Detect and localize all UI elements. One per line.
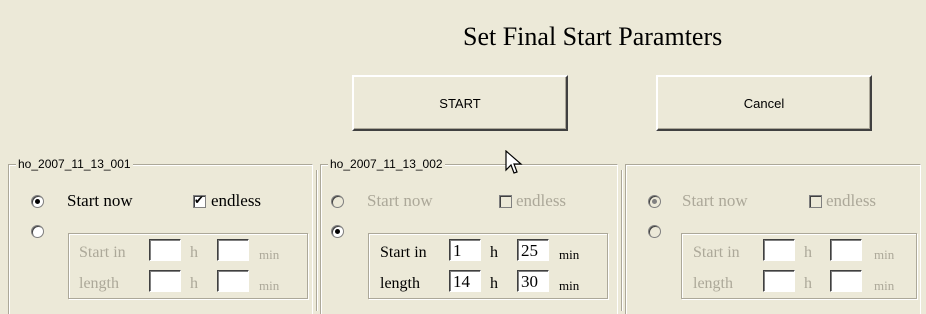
endless-label-3: endless [826,191,877,210]
minutes-unit-2a: min [559,247,580,262]
group-panel-3: Start now endless Start in h min length … [625,164,921,314]
length-label-3: length [693,275,733,292]
length-label-1: length [79,275,119,292]
start-now-radio-3[interactable] [648,195,661,208]
group-title-2: ho_2007_11_13_002 [328,156,445,172]
start-now-label-1: Start now [67,191,133,210]
start-in-box-2: Start in 1 h 25 min length 14 h 30 min [368,233,608,299]
start-in-label-1: Start in [79,244,126,261]
length-label-2: length [380,275,420,292]
start-in-label-2: Start in [380,244,427,261]
group-panel-2: ho_2007_11_13_002 Start now endless Star… [320,156,618,314]
hours-unit-3a: h [804,244,812,261]
minutes-unit-3b: min [874,278,895,293]
start-now-radio-2[interactable] [331,195,344,208]
start-in-radio-2[interactable] [331,225,344,238]
length-minutes-input-2[interactable]: 30 [517,270,549,292]
minutes-unit-1b: min [259,278,280,293]
mouse-pointer-icon [505,150,523,174]
endless-checkbox-1[interactable] [193,193,206,208]
endless-checkbox-2[interactable] [499,195,512,208]
group-divider-1 [316,170,318,311]
start-in-radio-1[interactable] [31,225,44,238]
length-hours-input-3[interactable] [763,270,795,292]
endless-label-1: endless [211,191,262,210]
start-in-minutes-input-1[interactable] [217,239,249,261]
cancel-button[interactable]: Cancel [656,75,872,131]
start-now-label-3: Start now [682,191,748,210]
group-title-1: ho_2007_11_13_001 [16,156,133,172]
start-in-hours-input-2[interactable]: 1 [449,239,481,261]
length-minutes-input-3[interactable] [830,270,862,292]
start-in-radio-3[interactable] [648,225,661,238]
hours-unit-1a: h [190,244,198,261]
window-title: Set Final Start Paramters [463,22,723,51]
start-now-label-2: Start now [367,191,433,210]
endless-checkbox-3[interactable] [809,195,822,208]
start-in-minutes-input-3[interactable] [830,239,862,261]
start-now-radio-1[interactable] [31,195,44,208]
group-divider-2 [621,170,623,311]
hours-unit-3b: h [804,275,812,292]
hours-unit-2b: h [490,275,498,292]
start-in-hours-input-1[interactable] [149,239,181,261]
hours-unit-1b: h [190,275,198,292]
length-hours-input-2[interactable]: 14 [449,270,481,292]
start-in-box-3: Start in h min length h min [681,233,917,299]
endless-label-2: endless [516,191,567,210]
hours-unit-2a: h [490,244,498,261]
start-in-label-3: Start in [693,244,740,261]
minutes-unit-2b: min [559,278,580,293]
length-hours-input-1[interactable] [149,270,181,292]
minutes-unit-1a: min [259,247,280,262]
start-in-hours-input-3[interactable] [763,239,795,261]
group-panel-1: ho_2007_11_13_001 Start now endless Star… [8,156,313,314]
minutes-unit-3a: min [874,247,895,262]
start-in-box-1: Start in h min length h min [68,233,308,299]
start-in-minutes-input-2[interactable]: 25 [517,239,549,261]
start-button[interactable]: START [352,75,568,131]
length-minutes-input-1[interactable] [217,270,249,292]
